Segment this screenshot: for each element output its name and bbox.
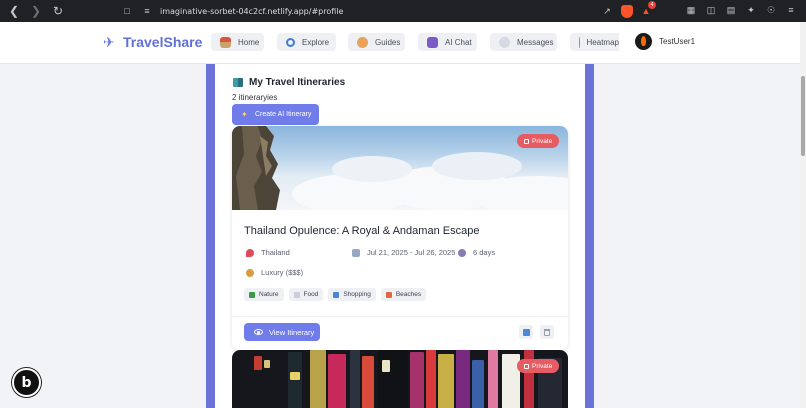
location: Thailand [246,248,290,257]
location-text: Thailand [261,248,290,257]
mountain-rock-shape [232,126,280,210]
trash-icon [544,328,550,336]
back-arrow-icon[interactable]: ❮ [6,3,22,19]
floppy-disk-icon [522,328,530,336]
tag-label: Food [303,291,319,298]
itinerary-cover-image [232,350,568,408]
scroll-thumb[interactable] [801,76,805,156]
vpn-icon[interactable]: ☉ [764,3,778,17]
pin-icon [246,248,254,257]
share-icon[interactable]: ↗ [600,4,614,18]
duration-text: 6 days [473,248,496,257]
money-bag-icon [246,268,254,277]
card-divider [232,316,568,317]
nav-ai-chat[interactable]: AI Chat [418,33,477,51]
nav-heatmap-label: Heatmap [586,37,619,47]
nav-explore[interactable]: Explore [277,33,336,51]
app-header: ✈ TravelShare Home Explore Guides AI Cha… [0,22,800,64]
section-title: My Travel Itineraries [233,77,345,88]
leo-ai-icon[interactable]: ✦ [744,3,758,17]
shopping-bag-icon [333,291,340,298]
budget-text: Luxury ($$$) [261,268,304,277]
plate-icon [293,291,300,298]
tag-beaches: Beaches [380,288,427,301]
privacy-badge-text: Private [532,137,553,145]
tag-list: Nature Food Shopping Beaches [244,288,427,301]
view-itinerary-label: View Itinerary [269,327,315,337]
tag-label: Shopping [343,291,371,298]
nav-home-label: Home [238,37,260,47]
nav-guides[interactable]: Guides [348,33,405,51]
rewards-triangle-icon[interactable]: ▲ 4 [639,1,656,18]
sparkle-icon: ✦ [241,109,248,119]
delete-button[interactable] [540,325,554,339]
bookmark-icon[interactable]: □ [120,4,134,18]
robot-icon [427,36,438,48]
speech-bubble-icon [499,36,510,48]
home-icon [220,36,231,48]
user-menu[interactable]: TestUser1 [635,33,695,50]
tree-icon [249,291,255,298]
tag-shopping: Shopping [328,288,376,301]
compass-icon [357,36,368,48]
page-scrollbar[interactable] [800,22,806,408]
section-title-text: My Travel Itineraries [249,77,346,88]
create-ai-itinerary-button[interactable]: ✦ Create AI Itinerary [232,104,319,125]
itinerary-title[interactable]: Thailand Opulence: A Royal & Andaman Esc… [244,225,479,237]
nav-explore-label: Explore [302,37,330,47]
menu-icon[interactable]: ≡ [784,3,798,17]
address-bar[interactable]: □ ≡ imaginative-sorbet-04c2cf.netlify.ap… [120,3,665,19]
avatar [635,33,652,50]
date-range: Jul 21, 2025 - Jul 26, 2025 [352,248,455,257]
privacy-badge: Private [517,134,560,148]
duration: 6 days [458,248,495,257]
create-ai-itinerary-label: Create AI Itinerary [255,111,312,118]
sidebar-icon[interactable]: ◫ [704,3,718,17]
wallet-icon[interactable]: ▤ [724,3,738,17]
view-itinerary-button[interactable]: View Itinerary [244,323,320,341]
user-name: TestUser1 [659,37,696,46]
site-settings-icon[interactable]: ≡ [140,4,154,18]
itinerary-count: 2 itineraryies [232,93,278,102]
nav-home[interactable]: Home [211,33,264,51]
tag-label: Beaches [395,291,422,298]
calendar-icon [352,248,360,257]
magnifier-icon [286,37,295,47]
b-logo-icon: b [21,374,32,391]
date-range-text: Jul 21, 2025 - Jul 26, 2025 [367,248,456,257]
tag-label: Nature [259,291,279,298]
stopwatch-icon [458,248,466,257]
beach-umbrella-icon [385,291,392,298]
brave-shield-icon[interactable] [621,5,633,18]
browser-toolbar: ❮ ❯ ↻ □ ≡ imaginative-sorbet-04c2cf.netl… [0,0,806,22]
fire-icon [579,36,580,48]
nav-guides-label: Guides [375,37,401,47]
privacy-badge: Private [517,359,560,373]
nav-heatmap[interactable]: Heatmap [570,33,619,51]
forward-arrow-icon[interactable]: ❯ [28,3,44,19]
floating-assistant-button[interactable]: b [12,368,41,397]
reload-icon[interactable]: ↻ [50,3,66,19]
tag-nature: Nature [244,288,284,301]
url-text: imaginative-sorbet-04c2cf.netlify.app/#p… [160,6,344,16]
tag-food: Food [288,288,324,301]
nav-messages-label: Messages [517,37,554,47]
lock-icon [524,138,529,144]
privacy-badge-text: Private [532,362,553,370]
lock-icon [524,363,529,369]
itinerary-card: Private Thailand Opulence: A Royal & And… [232,126,568,350]
budget: Luxury ($$$) [246,268,303,277]
book-icon [233,78,243,87]
tab-search-icon[interactable]: ▦ [684,3,698,17]
nav-ai-chat-label: AI Chat [445,37,472,47]
nav-messages[interactable]: Messages [490,33,557,51]
eye-icon [254,329,263,335]
save-button[interactable] [519,325,533,339]
itinerary-card: Private [232,350,568,408]
notification-badge: 4 [648,1,656,9]
